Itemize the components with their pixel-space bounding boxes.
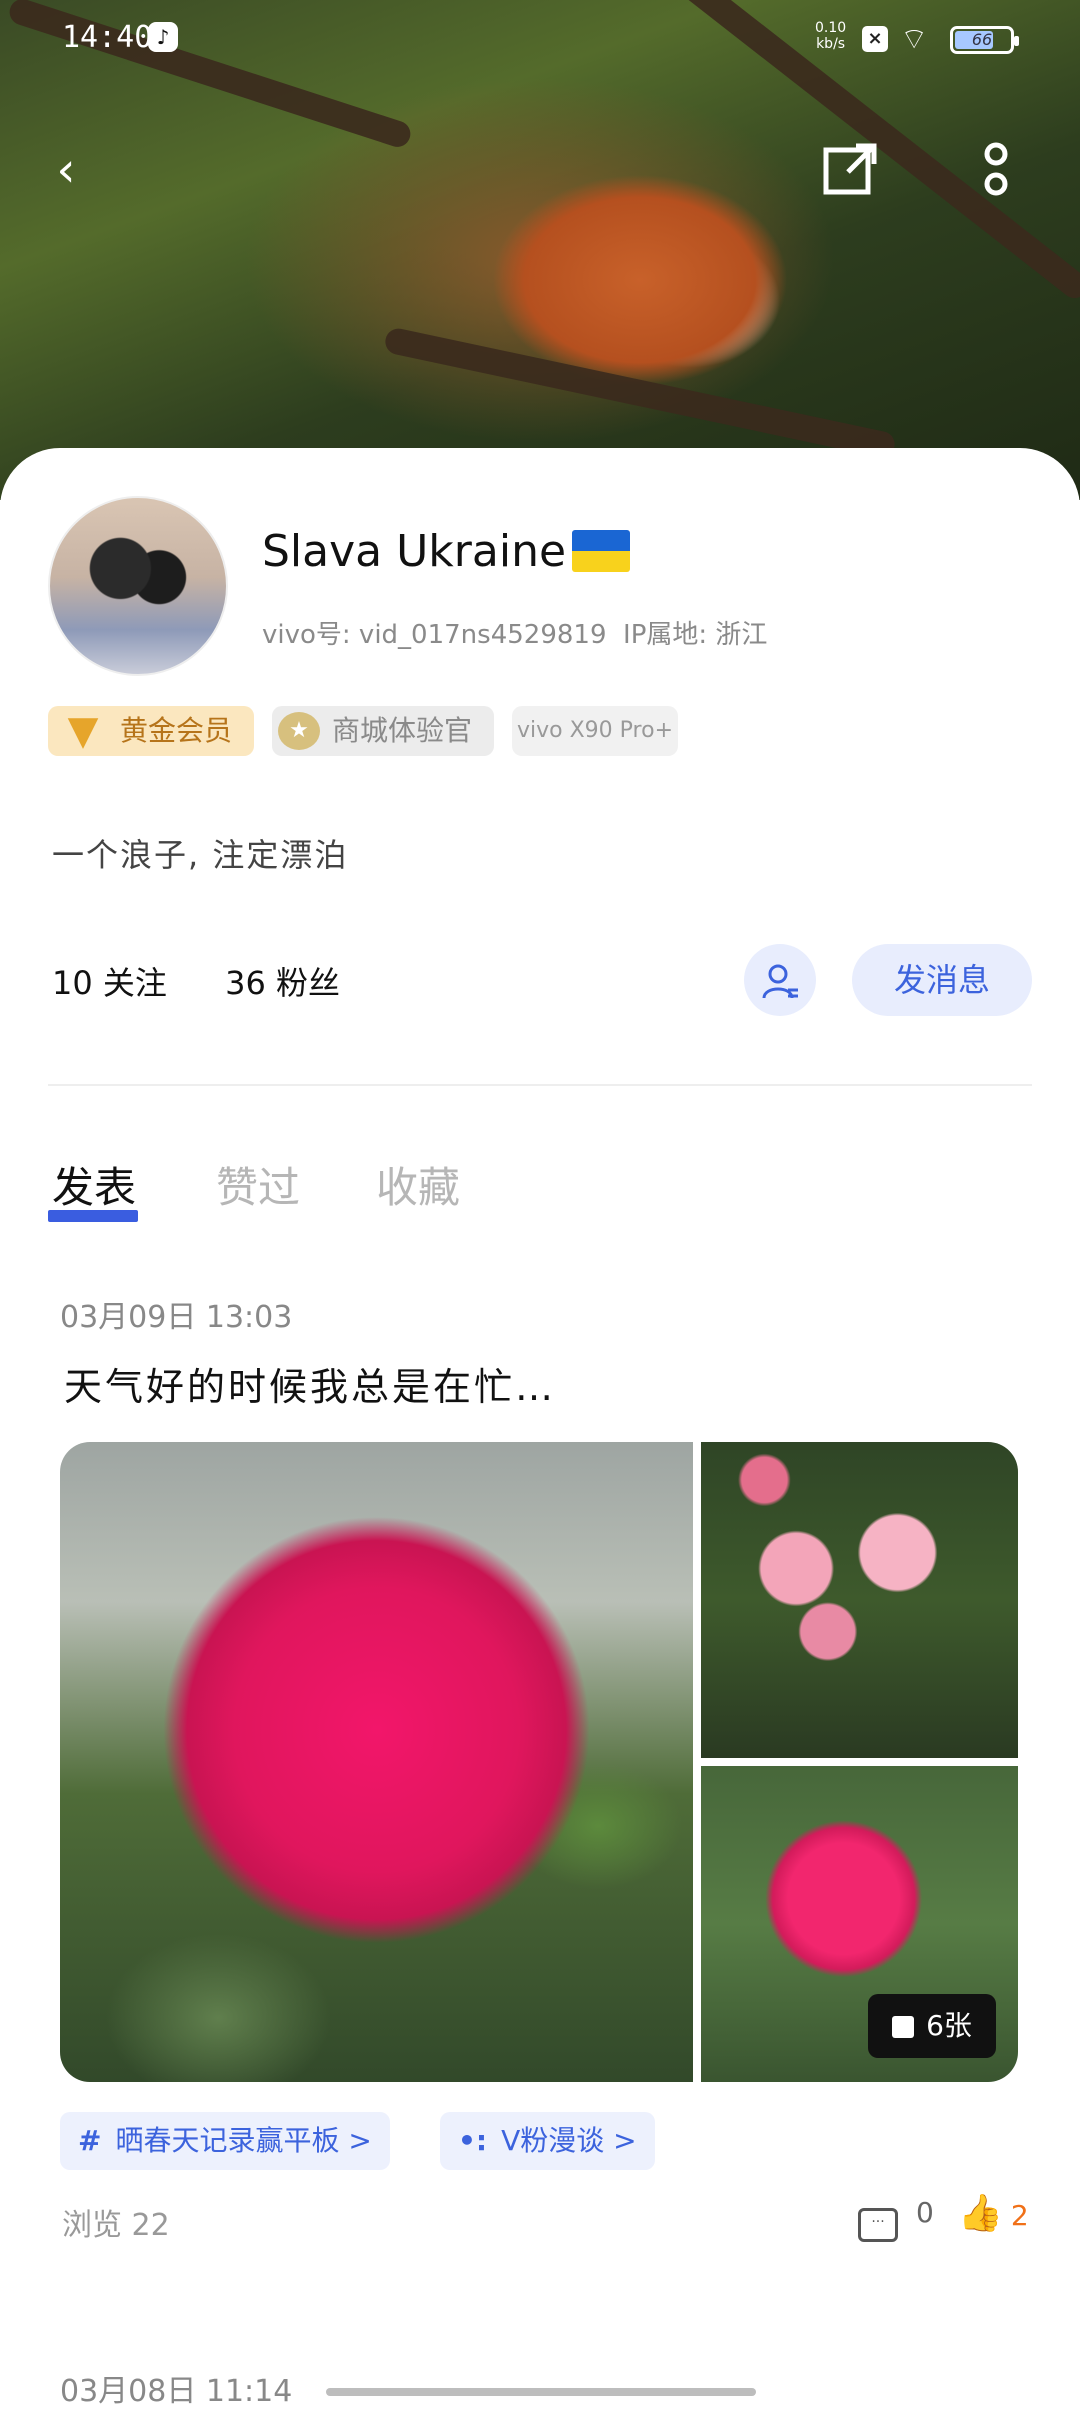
topic-label: V粉漫谈 > — [501, 2124, 637, 2157]
back-arrow-icon[interactable]: ‹ — [36, 140, 96, 200]
mall-tester-badge[interactable]: ★ 商城体验官 — [272, 706, 494, 756]
hashtag-icon: # — [78, 2124, 102, 2157]
profile-username: Slava Ukraine — [262, 526, 631, 577]
share-icon[interactable] — [820, 140, 880, 200]
like-count: 2 — [1010, 2199, 1029, 2232]
followers-count[interactable]: 36 粉丝 — [225, 964, 340, 1002]
device-badge-label: vivo X90 Pro+ — [517, 718, 673, 743]
home-indicator[interactable] — [326, 2388, 756, 2396]
image-count-label: 6张 — [926, 2009, 972, 2042]
vivo-id: vivo号: vid_017ns4529819 — [262, 620, 607, 650]
topic-dots-icon: •: — [458, 2124, 488, 2157]
tab-posts[interactable]: 发表 — [52, 1154, 136, 1215]
notification-x-icon: × — [862, 26, 888, 52]
post-date: 03月09日 13:03 — [60, 1300, 293, 1335]
post-date: 03月08日 11:14 — [60, 2374, 293, 2409]
post-title[interactable]: 天气好的时候我总是在忙… — [64, 1356, 556, 1411]
branch-decoration — [382, 326, 898, 460]
gold-badge-label: 黄金会员 — [120, 714, 233, 747]
topic-tag-spring[interactable]: # 晒春天记录赢平板 > — [60, 2112, 390, 2170]
profile-bio: 一个浪子, 注定漂泊 — [52, 836, 349, 874]
topic-label: 晒春天记录赢平板 > — [115, 2124, 372, 2157]
network-speed-unit: kb/s — [816, 36, 846, 52]
mall-badge-label: 商城体验官 — [332, 714, 473, 747]
post-image-thumbnail[interactable] — [701, 1442, 1018, 1758]
tab-favorites[interactable]: 收藏 — [376, 1154, 460, 1215]
crown-icon: ▼ — [67, 708, 99, 754]
comment-icon: ··· — [858, 2208, 898, 2242]
status-bar: 14:40 ♪ 0.10 kb/s × ⌔ 66 — [0, 18, 1080, 60]
network-speed: 0.10 kb/s — [815, 20, 846, 52]
follow-stats: 10 关注 36 粉丝 — [52, 958, 388, 1004]
active-tab-indicator — [48, 1210, 138, 1222]
profile-cover-image — [0, 0, 1080, 500]
status-time: 14:40 — [62, 20, 153, 55]
divider — [48, 1084, 1032, 1086]
comment-button[interactable]: ··· 0 — [858, 2196, 934, 2242]
stack-icon — [892, 2016, 915, 2038]
thumbs-up-icon: 👍 — [958, 2193, 1003, 2234]
tab-liked[interactable]: 赞过 — [216, 1154, 300, 1215]
avatar[interactable] — [48, 496, 228, 676]
ukraine-flag-icon — [572, 530, 631, 572]
post-image-main[interactable] — [60, 1442, 693, 2082]
post-image-gallery[interactable]: 6张 — [60, 1442, 1018, 2082]
like-button[interactable]: 👍 2 — [958, 2192, 1029, 2234]
more-vertical-icon[interactable] — [966, 140, 1026, 200]
network-speed-value: 0.10 — [815, 20, 847, 36]
topic-tag-vfans[interactable]: •: V粉漫谈 > — [440, 2112, 655, 2170]
gold-member-badge[interactable]: ▼ 黄金会员 — [48, 706, 254, 756]
add-friend-button[interactable] — [744, 944, 816, 1016]
ip-location: IP属地: 浙江 — [623, 620, 768, 650]
image-count-badge: 6张 — [868, 1994, 996, 2058]
view-count: 浏览 22 — [62, 2208, 170, 2243]
battery-icon: 66 — [950, 26, 1019, 54]
device-badge: vivo X90 Pro+ — [512, 706, 678, 756]
medal-icon: ★ — [278, 712, 320, 750]
battery-level: 66 — [971, 30, 993, 49]
comment-count: 0 — [916, 2196, 934, 2229]
wifi-icon: ⌔ — [900, 22, 929, 57]
username-text: Slava Ukraine — [262, 526, 567, 577]
tiktok-icon: ♪ — [148, 22, 178, 52]
send-message-button[interactable]: 发消息 — [852, 944, 1032, 1016]
profile-meta: vivo号: vid_017ns4529819 IP属地: 浙江 — [262, 614, 767, 651]
following-count[interactable]: 10 关注 — [52, 964, 167, 1002]
